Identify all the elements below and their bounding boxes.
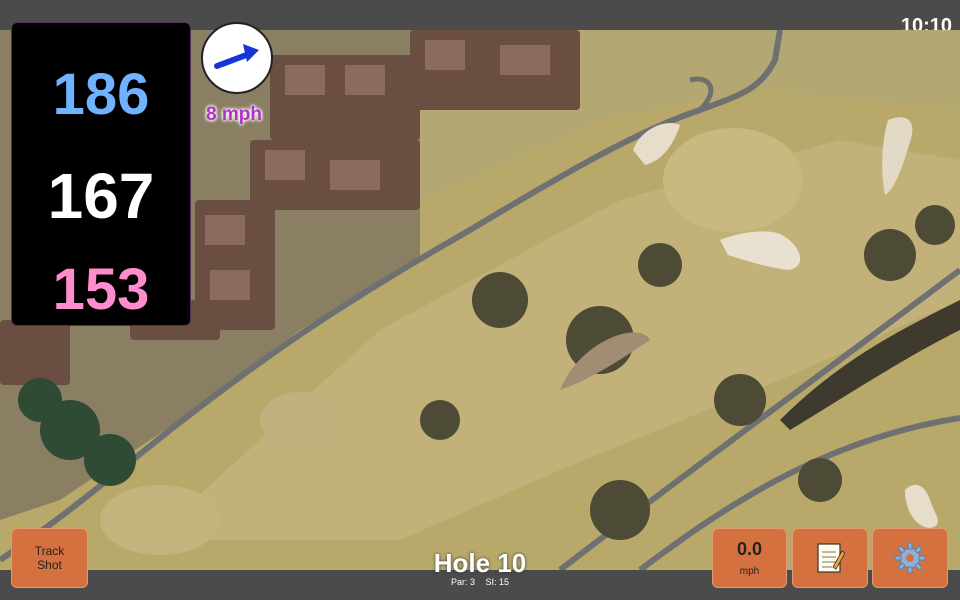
arrow-right-icon [214, 44, 259, 69]
hole-si: SI: 15 [485, 577, 510, 587]
settings-button[interactable] [872, 528, 948, 588]
distance-front: 153 [52, 257, 150, 322]
distance-middle: 167 [47, 160, 155, 232]
track-shot-label-line1: Track [34, 544, 65, 558]
hole-info: Par: 3 SI: 15 [400, 577, 560, 587]
track-shot-button[interactable]: Track Shot [11, 528, 88, 588]
notepad-icon [817, 543, 845, 573]
speed-value: 0.0 [736, 539, 763, 559]
notes-button[interactable] [792, 528, 868, 588]
wind-indicator [201, 22, 273, 94]
hole-title: Hole 10 [433, 548, 527, 578]
gear-icon [894, 542, 926, 574]
track-shot-label-line2: Shot [37, 558, 62, 572]
speed-unit: mph [739, 566, 760, 577]
hole-par: Par: 3 [450, 577, 475, 587]
distance-back: 186 [52, 62, 150, 127]
distance-panel: 186 167 153 [11, 22, 191, 326]
speed-button[interactable]: 0.0 mph [712, 528, 787, 588]
wind-speed: 8 mph [206, 104, 262, 125]
